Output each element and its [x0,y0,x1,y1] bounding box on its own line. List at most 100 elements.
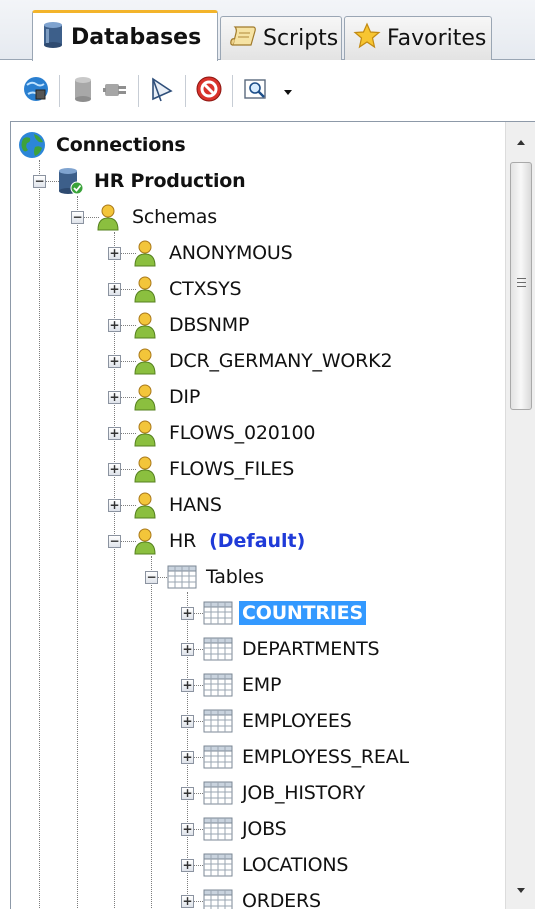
expand-toggle[interactable]: + [108,247,121,260]
tree-label: DCR_GERMANY_WORK2 [169,350,393,372]
tree-label: ANONYMOUS [169,242,293,264]
tree-node-table[interactable]: DEPARTMENTS [203,632,382,666]
tree-node-table[interactable]: EMPLOYEES [203,704,355,738]
expand-toggle[interactable]: + [108,319,121,332]
tree-label: FLOWS_FILES [169,458,295,480]
expand-toggle[interactable]: + [181,715,194,728]
table-grid-icon [167,562,197,592]
tree-label: ORDERS [242,890,321,909]
expand-toggle[interactable]: + [181,751,194,764]
tree-node-table[interactable]: EMP [203,668,284,702]
search-icon [242,75,270,108]
tree-label: HR Production [94,170,246,192]
tree-label: DIP [169,386,201,408]
expand-toggle[interactable]: + [181,787,194,800]
tree-label: COUNTRIES [239,601,366,625]
expand-toggle[interactable]: + [108,391,121,404]
expand-toggle[interactable]: + [181,859,194,872]
schema-user-icon [130,238,160,268]
connect-icon [22,75,50,108]
schema-user-icon [130,454,160,484]
scroll-down-button[interactable] [506,874,535,906]
filter-button[interactable] [146,75,178,107]
tree-label: EMP [242,674,282,696]
table-grid-icon [203,778,233,808]
database-disabled-icon [70,75,96,108]
grip-line [517,282,526,283]
tree-node-schema[interactable]: ANONYMOUS [130,236,296,270]
connect-button[interactable] [20,75,52,107]
tree-label: DBSNMP [169,314,250,336]
schema-user-icon [130,526,160,556]
tree-node-table[interactable]: JOBS [203,812,290,846]
schema-user-icon [130,418,160,448]
table-grid-icon [203,706,233,736]
stop-button[interactable] [193,75,225,107]
database-connected-icon [55,166,85,196]
scrollbar-thumb[interactable] [510,162,532,410]
find-button[interactable] [240,75,272,107]
expand-toggle[interactable]: + [108,427,121,440]
tree-node-schema[interactable]: DBSNMP [130,308,252,342]
stop-icon [195,75,223,108]
tree-node-table[interactable]: JOB_HISTORY [203,776,368,810]
globe-icon [17,130,47,160]
tree-label: CTXSYS [169,278,242,300]
tree-node-connections[interactable]: Connections [17,128,188,162]
collapse-toggle[interactable]: − [33,175,46,188]
table-grid-icon [203,670,233,700]
plug-button[interactable] [99,75,131,107]
tree-guide-line [114,232,115,909]
tree-node-table[interactable]: LOCATIONS [203,848,351,882]
schema-user-icon [130,490,160,520]
database-tree-panel: − − + + + + + + + + − − + + + + + + + + … [10,121,535,909]
tree-node-tables[interactable]: Tables [167,560,267,594]
tree-node-schema[interactable]: FLOWS_FILES [130,452,297,486]
dropdown-arrow-icon [282,81,294,102]
tree-node-schemas[interactable]: Schemas [93,200,220,234]
tab-label: Databases [71,24,202,50]
tree-node-connection[interactable]: HR Production [55,164,248,198]
collapse-toggle[interactable]: − [71,211,84,224]
tree-node-schema[interactable]: CTXSYS [130,272,244,306]
expand-toggle[interactable]: + [181,643,194,656]
scroll-up-button[interactable] [506,126,535,158]
table-grid-icon [203,742,233,772]
tree-label: DEPARTMENTS [242,638,380,660]
expand-toggle[interactable]: + [181,679,194,692]
schema-user-icon [130,382,160,412]
chevron-up-icon [516,136,526,149]
tree-label: Schemas [132,206,217,228]
tree-node-table-selected[interactable]: COUNTRIES [203,596,366,630]
expand-toggle[interactable]: + [108,499,121,512]
grip-line [517,278,526,279]
tab-databases[interactable]: Databases [32,10,218,61]
table-grid-icon [203,634,233,664]
tree-node-schema[interactable]: DIP [130,380,203,414]
collapse-toggle[interactable]: − [145,571,158,584]
tab-scripts[interactable]: Scripts [220,16,342,60]
disconnect-button[interactable] [67,75,99,107]
expand-toggle[interactable]: + [108,463,121,476]
collapse-toggle[interactable]: − [108,535,121,548]
grip-line [517,286,526,287]
tree-node-schema[interactable]: FLOWS_020100 [130,416,318,450]
scroll-icon [229,23,257,54]
expand-toggle[interactable]: + [181,823,194,836]
tree-node-schema-hr[interactable]: HR (Default) [130,524,305,558]
expand-toggle[interactable]: + [181,607,194,620]
expand-toggle[interactable]: + [108,355,121,368]
tab-strip: Databases Scripts Favorites [0,0,535,61]
tree-node-table[interactable]: ORDERS [203,884,324,909]
tree-guide-line [151,556,152,909]
tab-favorites[interactable]: Favorites [344,16,492,60]
expand-toggle[interactable]: + [108,283,121,296]
tree-node-schema[interactable]: HANS [130,488,225,522]
tab-label: Favorites [387,26,487,51]
find-dropdown-button[interactable] [272,75,304,107]
tree-node-schema[interactable]: DCR_GERMANY_WORK2 [130,344,395,378]
expand-toggle[interactable]: + [181,895,194,908]
vertical-scrollbar[interactable] [505,122,535,909]
tree-node-table[interactable]: EMPLOYESS_REAL [203,740,412,774]
database-tree: − − + + + + + + + + − − + + + + + + + + … [11,122,506,909]
